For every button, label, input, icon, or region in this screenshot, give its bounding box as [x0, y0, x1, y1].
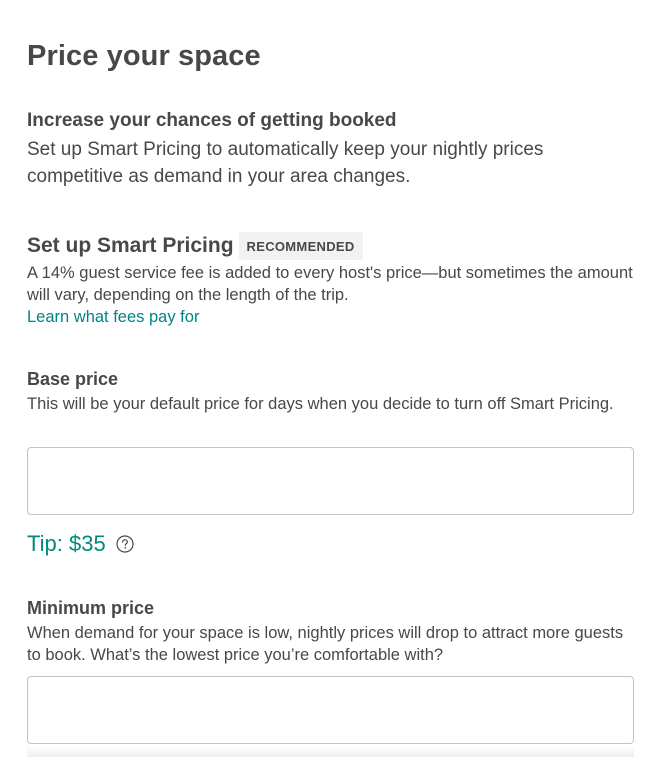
learn-fees-link[interactable]: Learn what fees pay for	[27, 306, 199, 328]
minimum-price-description: When demand for your space is low, night…	[27, 624, 624, 664]
minimum-price-label: Minimum price	[27, 598, 155, 618]
smart-pricing-title: Set up Smart Pricing	[27, 234, 234, 257]
price-tip-text: Tip: $35	[27, 531, 106, 556]
base-price-input[interactable]	[27, 447, 634, 515]
service-fee-text: A 14% guest service fee is added to ever…	[27, 264, 633, 304]
intro-description: Set up Smart Pricing to automatically ke…	[27, 139, 544, 187]
smart-pricing-header: Set up Smart Pricing RECOMMENDED	[27, 232, 363, 260]
recommended-badge: RECOMMENDED	[238, 232, 363, 260]
question-circle-icon[interactable]	[116, 535, 134, 553]
intro-heading: Increase your chances of getting booked	[27, 110, 397, 131]
base-price-description: This will be your default price for days…	[27, 395, 614, 413]
bottom-scroll-fade	[27, 746, 634, 757]
minimum-price-input[interactable]	[27, 676, 634, 744]
page-title: Price your space	[27, 40, 261, 72]
price-tip: Tip: $35	[27, 531, 134, 557]
base-price-label: Base price	[27, 369, 119, 389]
